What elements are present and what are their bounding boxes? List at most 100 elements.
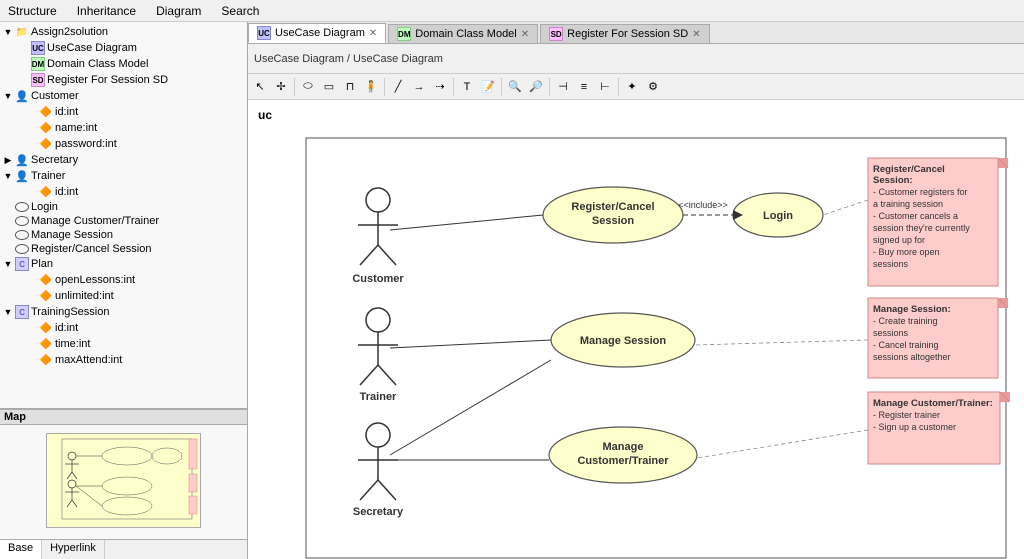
attr-icon2: 🔶 bbox=[39, 121, 53, 135]
expand-ts[interactable]: ▼ bbox=[2, 306, 14, 318]
svg-text:<<include>>: <<include>> bbox=[678, 200, 728, 210]
menu-search[interactable]: Search bbox=[217, 3, 263, 19]
tab-base[interactable]: Base bbox=[0, 540, 42, 559]
expand-customer[interactable]: ▼ bbox=[2, 90, 14, 102]
tool-rect[interactable]: ▭ bbox=[319, 77, 339, 97]
expand-dcm[interactable] bbox=[18, 58, 30, 70]
tree-label-secretary: Secretary bbox=[31, 154, 78, 166]
toolbar: UseCase Diagram / UseCase Diagram bbox=[248, 44, 1024, 74]
tab-usecasediagram[interactable]: UC UseCase Diagram ✕ bbox=[248, 23, 386, 43]
tree-item-trainingsession[interactable]: ▼ C TrainingSession bbox=[2, 304, 245, 320]
tree-item-customer[interactable]: ▼ 👤 Customer bbox=[2, 88, 245, 104]
tab-registersessionsd[interactable]: SD Register For Session SD ✕ bbox=[540, 24, 709, 43]
tool-actor[interactable]: 🧍 bbox=[361, 77, 381, 97]
svg-text:Manage Session: Manage Session bbox=[580, 335, 666, 347]
tool-settings[interactable]: ⚙ bbox=[643, 77, 663, 97]
app-container: Structure Inheritance Diagram Search ▼ 📁… bbox=[0, 0, 1024, 559]
attr-icon4: 🔶 bbox=[39, 185, 53, 199]
tool-oval[interactable]: ⬭ bbox=[298, 77, 318, 97]
svg-text:Customer/Trainer: Customer/Trainer bbox=[577, 455, 669, 467]
tree-label-customer-password: password:int bbox=[55, 138, 117, 150]
uc-icon: UC bbox=[31, 41, 45, 55]
tree-panel: ▼ 📁 Assign2solution UC UseCase Diagram D… bbox=[0, 22, 247, 409]
tool-move[interactable]: ✢ bbox=[271, 77, 291, 97]
tree-item-registersessionsd[interactable]: SD Register For Session SD bbox=[2, 72, 245, 88]
menu-diagram[interactable]: Diagram bbox=[152, 3, 205, 19]
tool-package[interactable]: ⊓ bbox=[340, 77, 360, 97]
tree-item-trainer[interactable]: ▼ 👤 Trainer bbox=[2, 168, 245, 184]
tool-dashed[interactable]: ⇢ bbox=[430, 77, 450, 97]
svg-text:Manage: Manage bbox=[603, 441, 644, 453]
svg-text:Session:: Session: bbox=[873, 175, 913, 186]
tab-hyperlink[interactable]: Hyperlink bbox=[42, 540, 105, 559]
tree-item-domainclassmodel[interactable]: DM Domain Class Model bbox=[2, 56, 245, 72]
tool-text[interactable]: T bbox=[457, 77, 477, 97]
diagram-canvas[interactable]: uc Customer bbox=[248, 100, 1024, 559]
tool-zoom-in[interactable]: 🔍 bbox=[505, 77, 525, 97]
tool-align-right[interactable]: ⊢ bbox=[595, 77, 615, 97]
svg-text:- Customer registers for: - Customer registers for bbox=[873, 187, 968, 197]
attr-icon7: 🔶 bbox=[39, 321, 53, 335]
attr-icon5: 🔶 bbox=[39, 273, 53, 287]
expand-sd[interactable] bbox=[18, 74, 30, 86]
tree-item-plan-unlimited[interactable]: 🔶 unlimited:int bbox=[2, 288, 245, 304]
attr-icon: 🔶 bbox=[39, 105, 53, 119]
menu-structure[interactable]: Structure bbox=[4, 3, 61, 19]
menu-inheritance[interactable]: Inheritance bbox=[73, 3, 140, 19]
svg-text:- Buy more open: - Buy more open bbox=[873, 247, 940, 257]
tab-bar: UC UseCase Diagram ✕ DM Domain Class Mod… bbox=[248, 22, 1024, 44]
tree-label-sd: Register For Session SD bbox=[47, 74, 168, 86]
attr-icon8: 🔶 bbox=[39, 337, 53, 351]
tab-domainclassmodel[interactable]: DM Domain Class Model ✕ bbox=[388, 24, 538, 43]
tree-item-ts-maxattend[interactable]: 🔶 maxAttend:int bbox=[2, 352, 245, 368]
tool-zoom-out[interactable]: 🔎 bbox=[526, 77, 546, 97]
tab-close-uc[interactable]: ✕ bbox=[369, 28, 377, 39]
tab-close-sd[interactable]: ✕ bbox=[692, 29, 700, 40]
tree-item-secretary[interactable]: ▶ 👤 Secretary bbox=[2, 152, 245, 168]
folder-icon: 📁 bbox=[15, 25, 29, 39]
tree-label-customer-name: name:int bbox=[55, 122, 97, 134]
tree-item-plan[interactable]: ▼ C Plan bbox=[2, 256, 245, 272]
tree-label-login: Login bbox=[31, 201, 58, 213]
tool-align-center[interactable]: ≡ bbox=[574, 77, 594, 97]
expand-assign2solution[interactable]: ▼ bbox=[2, 26, 14, 38]
svg-text:Customer: Customer bbox=[352, 273, 404, 285]
tree-item-trainer-id[interactable]: 🔶 id:int bbox=[2, 184, 245, 200]
tree-label-dcm: Domain Class Model bbox=[47, 58, 148, 70]
tree-item-login[interactable]: Login bbox=[2, 200, 245, 214]
tool-autoformat[interactable]: ✦ bbox=[622, 77, 642, 97]
map-panel: Map bbox=[0, 409, 247, 539]
tree-item-managecustomertrainer[interactable]: Manage Customer/Trainer bbox=[2, 214, 245, 228]
tab-close-dcm[interactable]: ✕ bbox=[521, 29, 529, 40]
expand-plan[interactable]: ▼ bbox=[2, 258, 14, 270]
expand-trainer[interactable]: ▼ bbox=[2, 170, 14, 182]
expand-secretary[interactable]: ▶ bbox=[2, 154, 14, 166]
tree-item-managesession[interactable]: Manage Session bbox=[2, 228, 245, 242]
tree-item-ts-id[interactable]: 🔶 id:int bbox=[2, 320, 245, 336]
svg-text:signed up for: signed up for bbox=[873, 235, 925, 245]
tree-item-registercancelsession[interactable]: Register/Cancel Session bbox=[2, 242, 245, 256]
tree-item-usecasediagram[interactable]: UC UseCase Diagram bbox=[2, 40, 245, 56]
tool-line[interactable]: ╱ bbox=[388, 77, 408, 97]
attr-icon3: 🔶 bbox=[39, 137, 53, 151]
tree-item-plan-openlessons[interactable]: 🔶 openLessons:int bbox=[2, 272, 245, 288]
tool-align-left[interactable]: ⊣ bbox=[553, 77, 573, 97]
svg-text:- Register trainer: - Register trainer bbox=[873, 410, 940, 420]
tree: ▼ 📁 Assign2solution UC UseCase Diagram D… bbox=[0, 22, 247, 370]
tab-label-dcm: Domain Class Model bbox=[415, 28, 516, 40]
tree-item-customer-id[interactable]: 🔶 id:int bbox=[2, 104, 245, 120]
tool-select[interactable]: ↖ bbox=[250, 77, 270, 97]
tree-item-customer-password[interactable]: 🔶 password:int bbox=[2, 136, 245, 152]
tool-note[interactable]: 📝 bbox=[478, 77, 498, 97]
tool-arrow[interactable]: → bbox=[409, 77, 429, 97]
tab-icon-sd: SD bbox=[549, 27, 563, 41]
tree-item-customer-name[interactable]: 🔶 name:int bbox=[2, 120, 245, 136]
tab-icon-uc: UC bbox=[257, 26, 271, 40]
dcm-icon: DM bbox=[31, 57, 45, 71]
tree-item-assign2solution[interactable]: ▼ 📁 Assign2solution bbox=[2, 24, 245, 40]
tree-label-plan-ol: openLessons:int bbox=[55, 274, 135, 286]
menu-bar: Structure Inheritance Diagram Search bbox=[0, 0, 1024, 22]
tree-label-trainer-id: id:int bbox=[55, 186, 78, 198]
expand-uc[interactable] bbox=[18, 42, 30, 54]
tree-item-ts-time[interactable]: 🔶 time:int bbox=[2, 336, 245, 352]
